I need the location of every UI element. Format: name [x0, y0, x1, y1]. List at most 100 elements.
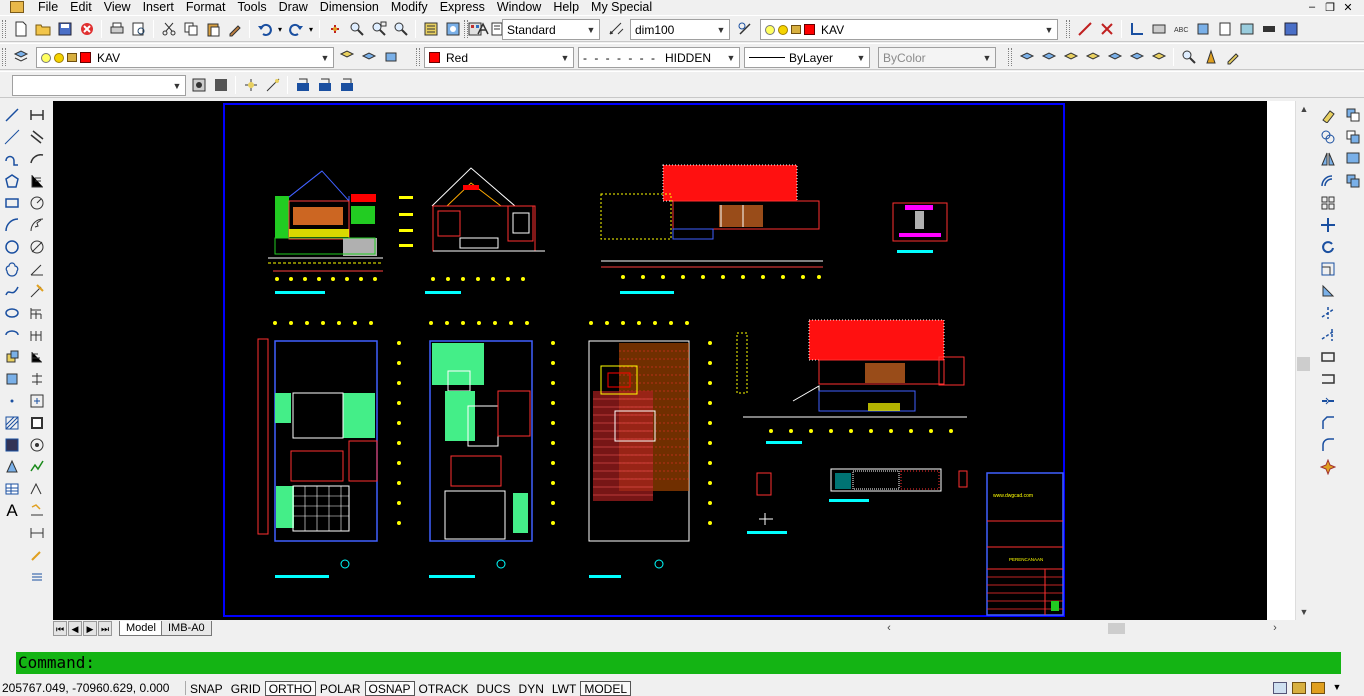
vertical-scrollbar[interactable]: ▲ ▼	[1295, 101, 1311, 620]
dimension-style-icon[interactable]	[605, 19, 626, 39]
block-save-icon[interactable]	[336, 75, 357, 95]
lineweight-select[interactable]: ByLayer ▼	[744, 47, 870, 68]
linetype-select[interactable]: - - - - - - - HIDDEN ▼	[578, 47, 740, 68]
multiline-text-icon[interactable]: A	[1, 500, 23, 522]
layer-unisolate-icon[interactable]	[1082, 47, 1103, 67]
table-icon[interactable]	[1, 478, 23, 500]
menu-dimension[interactable]: Dimension	[314, 1, 385, 14]
aligned-dimension-icon[interactable]	[26, 126, 48, 148]
menu-express[interactable]: Express	[434, 1, 491, 14]
layer-freeze-icon[interactable]	[1104, 47, 1125, 67]
draw-order-back-icon[interactable]	[1342, 148, 1364, 170]
draw-order-above-icon[interactable]	[1342, 170, 1364, 192]
pan-icon[interactable]	[324, 19, 345, 39]
dyn-toggle[interactable]: DYN	[515, 681, 548, 696]
menu-modify[interactable]: Modify	[385, 1, 434, 14]
layer-match-icon[interactable]	[1016, 47, 1037, 67]
ortho-toggle[interactable]: ORTHO	[264, 680, 316, 696]
offset-icon[interactable]	[1317, 170, 1339, 192]
revision-cloud-icon[interactable]	[1, 258, 23, 280]
trim-icon[interactable]	[1317, 302, 1339, 324]
rectangle-icon[interactable]	[1, 192, 23, 214]
design-center-icon[interactable]	[442, 19, 463, 39]
properties-icon[interactable]	[420, 19, 441, 39]
radius-dimension-icon[interactable]	[26, 192, 48, 214]
make-block-icon[interactable]	[1, 368, 23, 390]
otrack-toggle[interactable]: OTRACK	[415, 681, 473, 696]
named-views-select[interactable]: ▼	[12, 75, 186, 96]
tolerance-icon[interactable]	[26, 368, 48, 390]
polyline-icon[interactable]	[1, 148, 23, 170]
baseline-dimension-icon[interactable]	[26, 302, 48, 324]
abc-spell-icon[interactable]: ABC	[1170, 19, 1191, 39]
zoom-realtime-icon[interactable]	[346, 19, 367, 39]
array-icon[interactable]	[1317, 192, 1339, 214]
prev-tab-icon[interactable]: ◀	[68, 621, 82, 636]
dimension-style-tool-icon[interactable]	[26, 522, 48, 544]
quick-dimension-icon[interactable]	[26, 280, 48, 302]
insert-block-icon[interactable]	[1, 346, 23, 368]
layer-states-icon[interactable]	[380, 47, 401, 67]
menu-window[interactable]: Window	[491, 1, 547, 14]
copy-icon[interactable]	[180, 19, 201, 39]
region-icon[interactable]	[1192, 19, 1213, 39]
osnap-toggle[interactable]: OSNAP	[364, 680, 415, 696]
ray-icon[interactable]	[262, 75, 283, 95]
menu-help[interactable]: Help	[547, 1, 585, 14]
list-icon[interactable]	[1214, 19, 1235, 39]
cut-icon[interactable]	[158, 19, 179, 39]
dimension-text-edit-icon[interactable]	[26, 478, 48, 500]
break-icon[interactable]	[1317, 346, 1339, 368]
fillet-icon[interactable]	[1317, 434, 1339, 456]
jogged-linear-icon[interactable]	[26, 434, 48, 456]
menu-edit[interactable]: Edit	[64, 1, 98, 14]
zoom-window-icon[interactable]	[368, 19, 389, 39]
draw-order-icon[interactable]	[1342, 104, 1364, 126]
angular-dimension-icon[interactable]	[26, 258, 48, 280]
extend-icon[interactable]	[1317, 324, 1339, 346]
close-drawing-icon[interactable]	[76, 19, 97, 39]
grid-toggle[interactable]: GRID	[227, 681, 265, 696]
first-tab-icon[interactable]: ⏮	[53, 621, 67, 636]
menu-draw[interactable]: Draw	[273, 1, 314, 14]
ucs-icon[interactable]	[1126, 19, 1147, 39]
layer-isolate-icon[interactable]	[1060, 47, 1081, 67]
layer-select-top[interactable]: KAV ▼	[760, 19, 1058, 40]
diameter-dimension-icon[interactable]	[26, 236, 48, 258]
spline-icon[interactable]	[1, 280, 23, 302]
explode-icon[interactable]	[1317, 456, 1339, 478]
layer-previous-icon[interactable]	[358, 47, 379, 67]
menu-insert[interactable]: Insert	[137, 1, 180, 14]
lwt-toggle[interactable]: LWT	[548, 681, 580, 696]
distance-icon[interactable]	[1148, 19, 1169, 39]
layer-properties-icon[interactable]	[10, 47, 31, 67]
lock-toolbar-icon[interactable]	[1292, 682, 1306, 694]
dimension-override-icon[interactable]	[26, 544, 48, 566]
line-draw-icon[interactable]	[1074, 19, 1095, 39]
continue-dimension-icon[interactable]	[26, 324, 48, 346]
scroll-left-icon[interactable]: ‹	[881, 620, 897, 637]
tab-imb-a0[interactable]: IMB-A0	[160, 621, 212, 636]
scroll-down-icon[interactable]: ▼	[1296, 604, 1312, 620]
jogged-dimension-icon[interactable]	[26, 214, 48, 236]
communication-center-icon[interactable]	[1273, 682, 1287, 694]
polar-toggle[interactable]: POLAR	[316, 681, 365, 696]
construction-line-icon[interactable]	[1, 126, 23, 148]
erase-icon[interactable]	[1096, 19, 1117, 39]
dimension-reassociate-icon[interactable]	[26, 566, 48, 588]
layer-select[interactable]: KAV ▼	[36, 47, 334, 68]
dimension-update-icon[interactable]	[26, 500, 48, 522]
ellipse-icon[interactable]	[1, 302, 23, 324]
hatch-icon[interactable]	[1, 412, 23, 434]
pencil-icon[interactable]	[1222, 47, 1243, 67]
quick-leader-icon[interactable]	[26, 346, 48, 368]
scroll-thumb[interactable]	[1297, 357, 1310, 371]
ordinate-dimension-icon[interactable]	[26, 170, 48, 192]
menu-format[interactable]: Format	[180, 1, 232, 14]
named-view-icon[interactable]	[188, 75, 209, 95]
view-manager-icon[interactable]	[210, 75, 231, 95]
block-insert-icon[interactable]	[292, 75, 313, 95]
snap-toggle[interactable]: SNAP	[186, 681, 227, 696]
mirror-icon[interactable]	[1317, 148, 1339, 170]
scroll-right-icon[interactable]: ›	[1267, 620, 1283, 637]
